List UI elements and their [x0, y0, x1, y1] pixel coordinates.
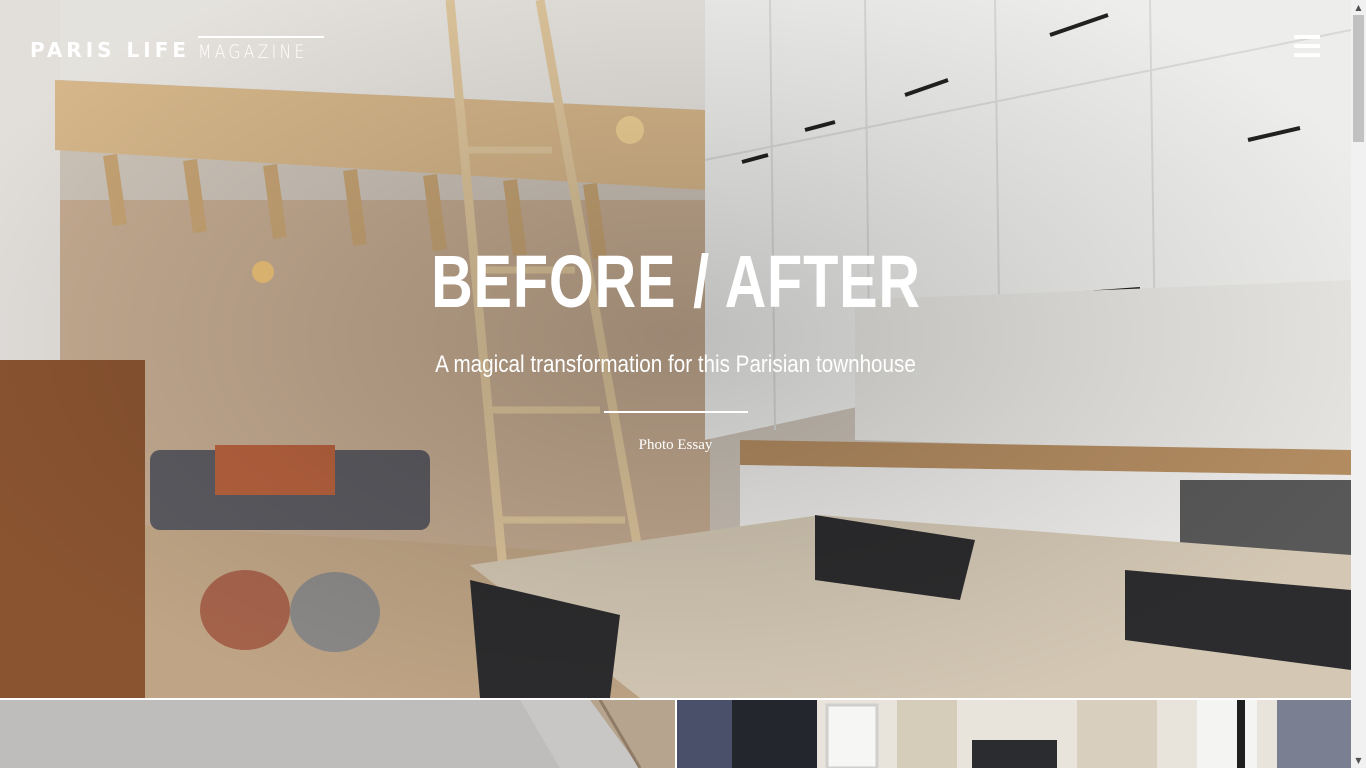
hamburger-menu-icon[interactable] [1292, 34, 1322, 60]
white-room-image [0, 700, 675, 768]
hero-divider [604, 411, 748, 413]
hero-overlay [0, 0, 1351, 698]
category-link[interactable]: Photo Essay [0, 435, 1351, 455]
hero-subtitle-text: A magical transformation for this Parisi… [435, 351, 916, 378]
scroll-up-arrow-icon[interactable]: ▲ [1351, 0, 1366, 15]
site-logo[interactable]: PARIS LIFE MAGAZINE [30, 32, 325, 63]
townhouse-facade-image [677, 700, 1351, 768]
hero-subtitle: A magical transformation for this Parisi… [0, 350, 1351, 380]
hero-section [0, 0, 1351, 698]
logo-secondary-text: MAGAZINE [198, 41, 308, 63]
article-tile-left[interactable] [0, 700, 675, 768]
hero-title-text: BEFORE / AFTER [430, 240, 921, 323]
article-tile-right[interactable] [677, 700, 1351, 768]
logo-secondary-wrap: MAGAZINE [198, 36, 325, 63]
logo-primary-text: PARIS LIFE [30, 38, 191, 62]
menu-bar-top [1294, 35, 1320, 39]
hero-title[interactable]: BEFORE / AFTER [0, 240, 1351, 324]
menu-bar-bottom [1294, 53, 1320, 57]
menu-bar-middle [1294, 44, 1320, 48]
page-scrollbar[interactable]: ▲ ▼ [1351, 0, 1366, 768]
scroll-down-arrow-icon[interactable]: ▼ [1351, 753, 1366, 768]
scroll-thumb[interactable] [1353, 15, 1364, 142]
